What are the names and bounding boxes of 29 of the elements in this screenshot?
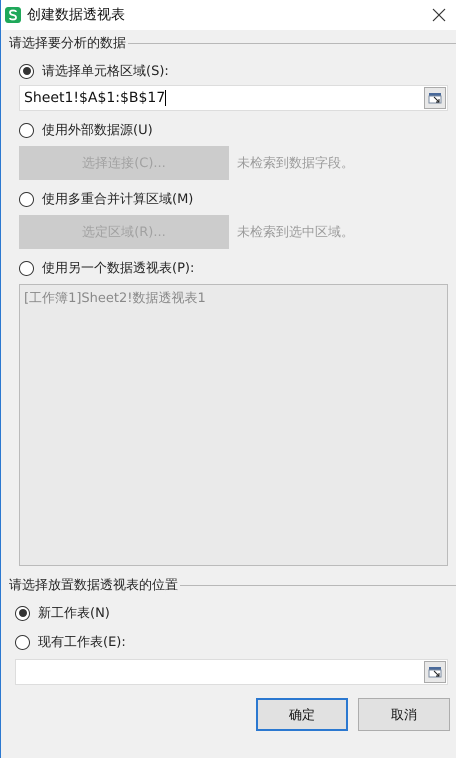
range-picker-button[interactable] [424,87,446,109]
pivot-list-box[interactable]: [工作簿1]Sheet2!数据透视表1 [19,284,448,566]
dialog-button[interactable]: 确定 [256,698,348,731]
radio-label: 请选择单元格区域(S): [42,63,169,80]
range-input-field[interactable]: Sheet1!$A$1:$B$17 [19,85,448,111]
close-icon[interactable] [432,8,446,22]
radio-button[interactable] [19,122,34,138]
range-select-icon [428,92,442,104]
range-select-icon [428,666,442,678]
radio-label: 使用另一个数据透视表(P): [42,260,194,277]
radio-button[interactable] [19,192,34,206]
group-legend: 请选择要分析的数据 [9,34,126,52]
window-title: 创建数据透视表 [27,6,126,24]
radio-label: 现有工作表(E): [38,634,126,651]
list-item[interactable]: [工作簿1]Sheet2!数据透视表1 [24,289,443,307]
radio-button[interactable] [15,634,30,650]
range-input-field[interactable] [15,659,448,685]
status-note: 未检索到选中区域。 [237,224,354,241]
radio-label: 新工作表(N) [38,605,110,622]
radio-button[interactable] [15,606,30,620]
range-picker-button[interactable] [424,661,446,683]
status-note: 未检索到数据字段。 [237,155,354,172]
group-legend: 请选择放置数据透视表的位置 [9,576,178,594]
radio-label: 使用多重合并计算区域(M) [42,191,194,208]
radio-button[interactable] [19,260,34,276]
dialog-button[interactable]: 取消 [358,698,450,731]
app-logo-icon [5,7,21,23]
radio-label: 使用外部数据源(U) [42,122,153,139]
radio-button[interactable] [19,64,34,78]
